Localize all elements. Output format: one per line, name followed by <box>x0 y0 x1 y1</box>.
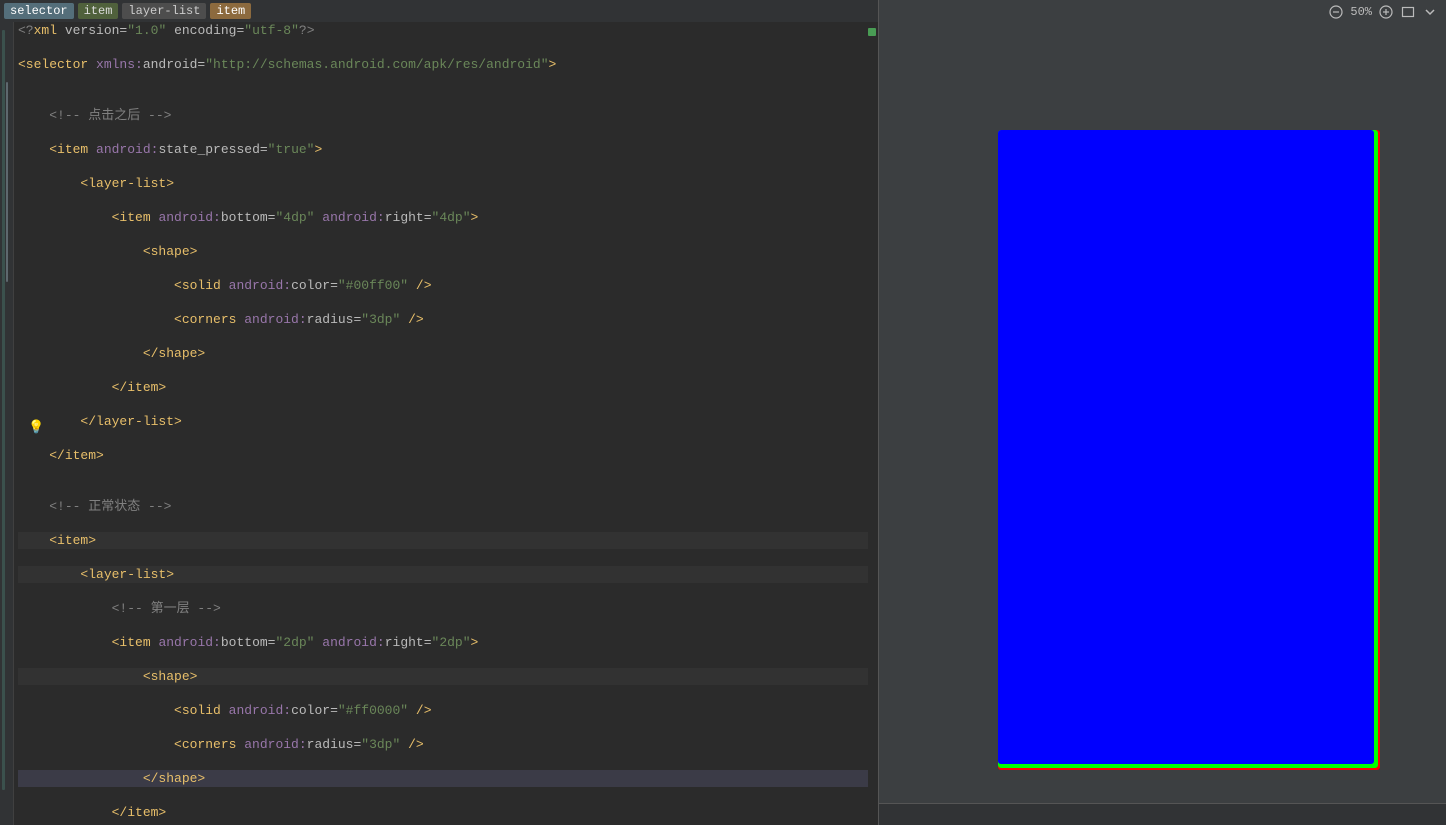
zoom-fit-icon[interactable] <box>1400 4 1416 20</box>
preview-panel: 50% <box>878 0 1446 825</box>
zoom-level-label: 50% <box>1350 5 1372 19</box>
breadcrumb-item[interactable]: item <box>78 3 119 19</box>
preview-layer <box>998 130 1374 764</box>
editor-panel: selector item layer-list item 💡 <?xml ve… <box>0 0 878 825</box>
preview-layer <box>998 130 1378 768</box>
breadcrumb-item[interactable]: selector <box>4 3 74 19</box>
breadcrumb-item[interactable]: item <box>210 3 251 19</box>
zoom-in-icon[interactable] <box>1378 4 1394 20</box>
preview-toolbar: 50% <box>1328 4 1438 20</box>
breadcrumb-item[interactable]: layer-list <box>122 3 206 19</box>
editor-gutter: 💡 <box>0 22 14 825</box>
gutter-stripe <box>6 82 8 282</box>
code-editor[interactable]: <?xml version="1.0" encoding="utf-8"?> <… <box>18 22 868 825</box>
preview-statusbar <box>879 803 1446 825</box>
error-stripe-ok-icon <box>868 28 876 36</box>
chevron-down-icon[interactable] <box>1422 4 1438 20</box>
zoom-out-icon[interactable] <box>1328 4 1344 20</box>
gutter-stripe <box>2 30 5 790</box>
drawable-preview <box>998 130 1380 770</box>
breadcrumb: selector item layer-list item <box>0 0 878 22</box>
